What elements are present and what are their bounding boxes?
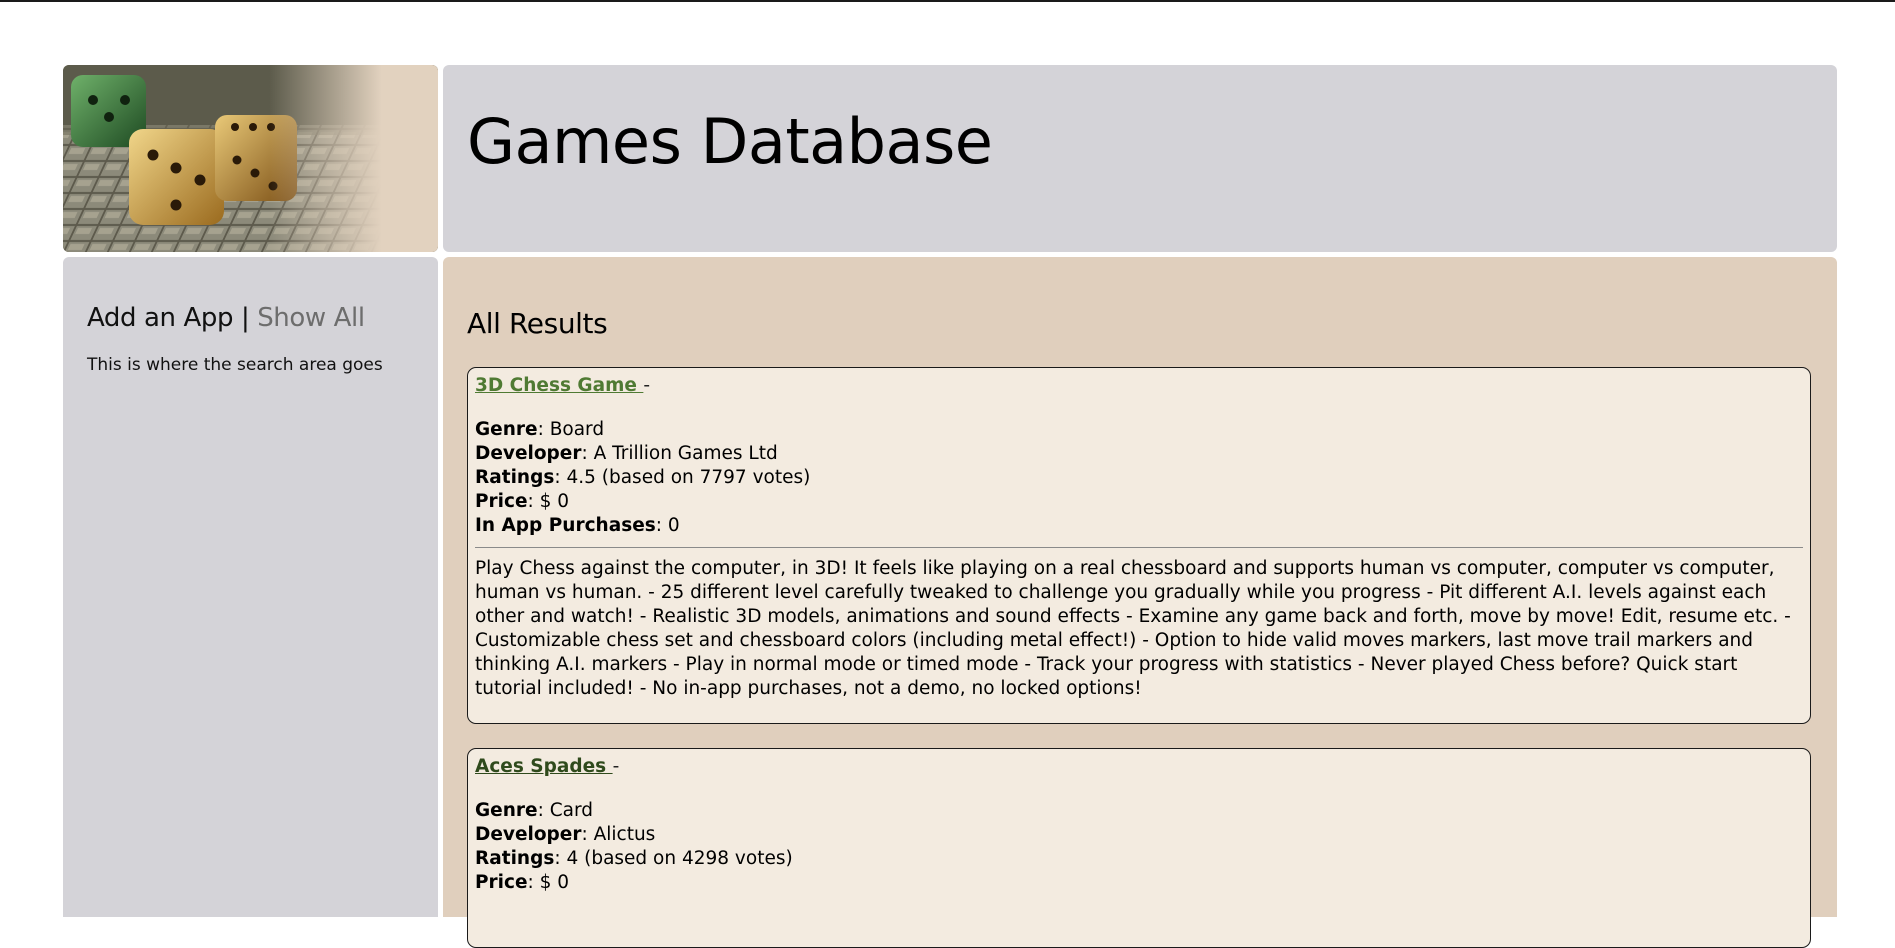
ratings-field: Ratings: 4 (based on 4298 votes)	[475, 848, 793, 869]
results-panel: All Results 3D Chess Game - Genre: Board…	[443, 257, 1837, 948]
developer-field: Developer: Alictus	[475, 824, 656, 845]
card-divider	[475, 547, 1803, 548]
title-dash: -	[612, 756, 620, 777]
result-card: Aces Spades - Genre: Card Developer: Ali…	[467, 748, 1811, 948]
dice-logo-image	[63, 65, 438, 252]
search-area-note: This is where the search area goes	[87, 355, 383, 375]
site-title: Games Database	[467, 105, 993, 178]
app-title-link[interactable]: 3D Chess Game	[475, 375, 643, 396]
result-card: 3D Chess Game - Genre: Board Developer: …	[467, 367, 1811, 724]
ratings-field: Ratings: 4.5 (based on 7797 votes)	[475, 467, 811, 488]
header-panel: Games Database	[443, 65, 1837, 252]
app-title-link[interactable]: Aces Spades	[475, 756, 613, 777]
top-rule	[0, 0, 1895, 2]
genre-field: Genre: Card	[475, 800, 593, 821]
add-app-link[interactable]: Add an App	[87, 303, 233, 333]
sidebar-panel: Add an App | Show All This is where the …	[63, 257, 438, 917]
in-app-purchases-field: In App Purchases: 0	[475, 515, 680, 536]
nav-separator: |	[240, 303, 250, 333]
logo-panel	[63, 65, 438, 252]
sidebar-nav: Add an App | Show All	[87, 303, 365, 333]
show-all-link[interactable]: Show All	[257, 303, 365, 333]
price-field: Price: $ 0	[475, 872, 570, 893]
results-heading: All Results	[467, 307, 608, 340]
app-description: Play Chess against the computer, in 3D! …	[475, 558, 1791, 699]
genre-field: Genre: Board	[475, 419, 605, 440]
developer-field: Developer: A Trillion Games Ltd	[475, 443, 778, 464]
title-dash: -	[643, 375, 651, 396]
price-field: Price: $ 0	[475, 491, 570, 512]
